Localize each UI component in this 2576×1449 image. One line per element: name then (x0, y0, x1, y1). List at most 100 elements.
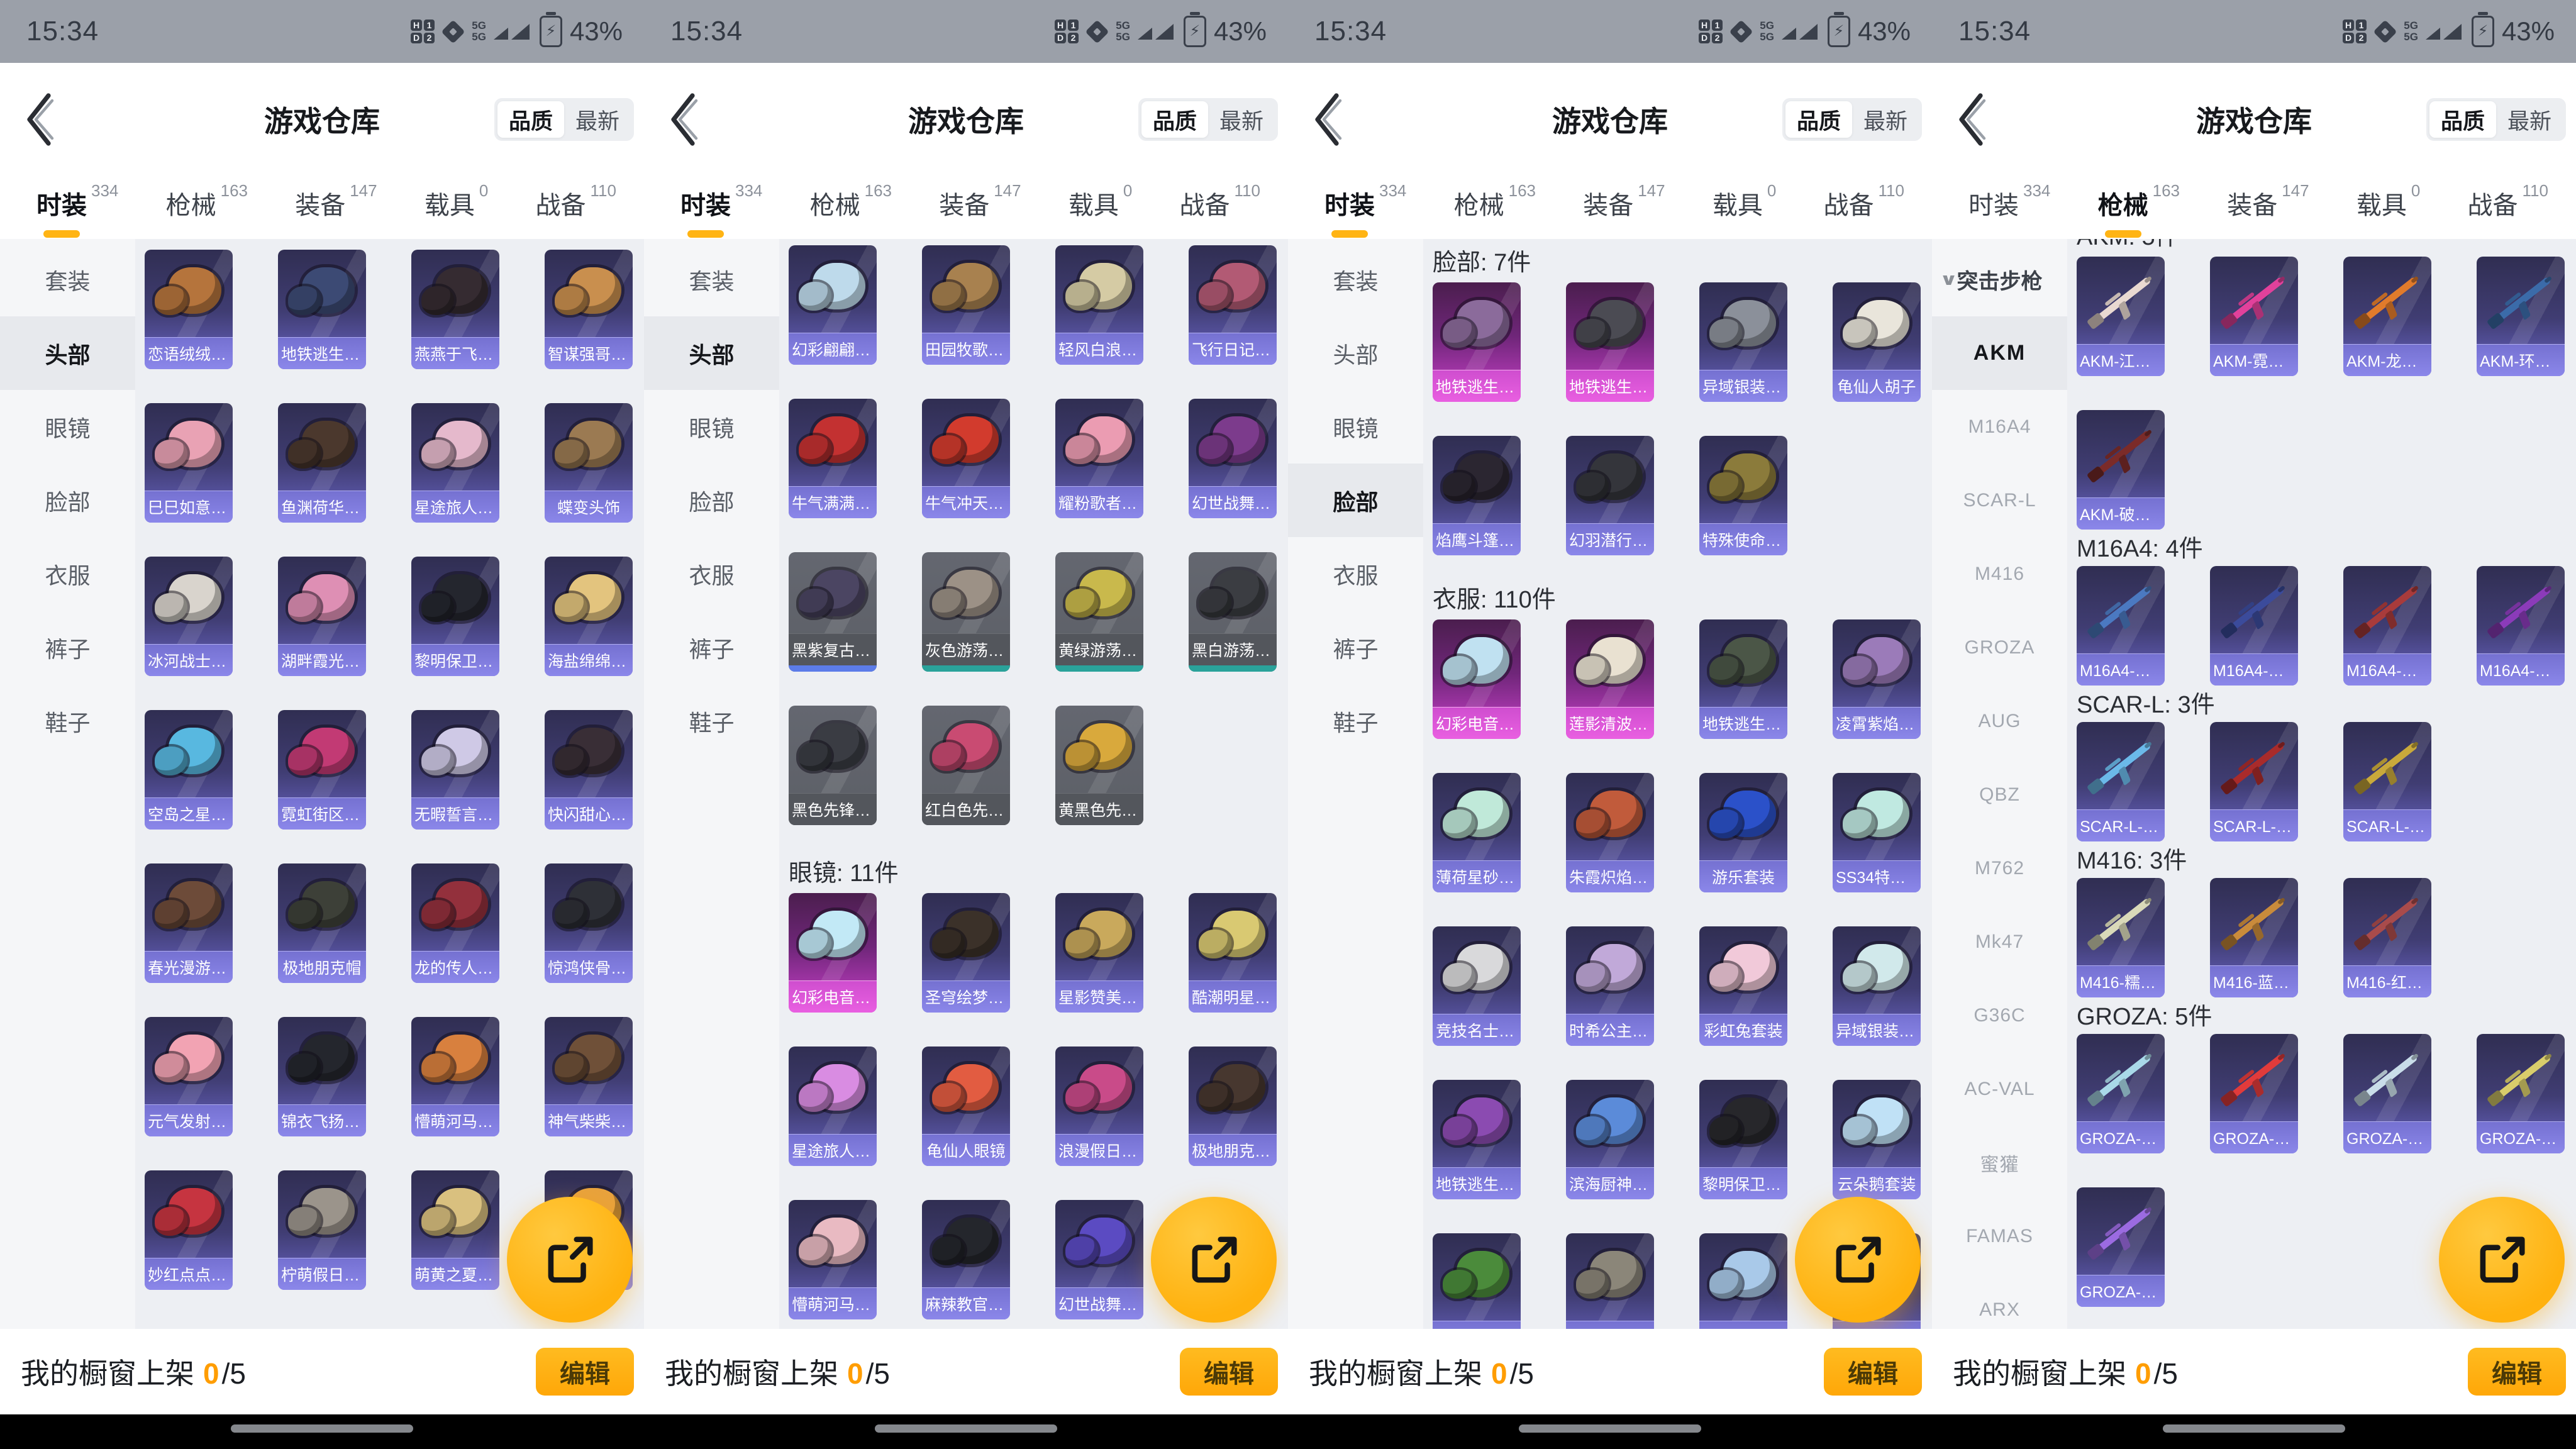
item-card[interactable]: SCAR-L-玉兔... (2343, 722, 2431, 841)
item-card[interactable]: 鱼渊荷华头饰 (278, 403, 366, 523)
item-card[interactable]: 彩虹兔套装 (1699, 926, 1787, 1046)
tab-枪械[interactable]: 枪械163 (2098, 180, 2180, 239)
home-indicator[interactable] (875, 1424, 1057, 1433)
item-card[interactable]: 幻世战舞者眼... (1055, 1200, 1143, 1319)
item-card[interactable]: 极地朋克帽 (278, 863, 366, 983)
item-card[interactable]: 异域银装套装 (1833, 926, 1921, 1046)
item-card[interactable]: 极地朋克眼镜 (1189, 1046, 1277, 1166)
sidebar-item-M416[interactable]: M416 (1932, 537, 2067, 611)
sidebar-item-裤子[interactable]: 裤子 (1288, 611, 1423, 684)
item-card[interactable]: 黑紫复古棒球... (789, 552, 877, 672)
item-card[interactable]: 牛气冲天帽子 (922, 399, 1010, 518)
item-card[interactable]: 幻彩翩翩头饰 (789, 245, 877, 365)
sidebar-item-裤子[interactable]: 裤子 (0, 611, 135, 684)
item-card[interactable]: 顶瓜瓜套装 (1433, 1233, 1521, 1329)
item-card[interactable]: M16A4-幻世... (2477, 566, 2565, 686)
sidebar-item-ARX[interactable]: ARX (1932, 1273, 2067, 1329)
item-card[interactable]: AKM-霓虹街区 (2210, 257, 2298, 376)
item-card[interactable]: 朱霞炽焰套装 (1566, 773, 1654, 892)
item-card[interactable]: 轻风白浪头饰 (1055, 245, 1143, 365)
back-button[interactable] (1307, 88, 1347, 151)
item-card[interactable]: 黑色先锋棒球... (789, 706, 877, 825)
back-button[interactable] (1951, 88, 1991, 151)
item-card[interactable]: 黄黑色先锋棒... (1055, 706, 1143, 825)
tab-载具[interactable]: 载具0 (1069, 180, 1132, 239)
item-card[interactable]: GROZA-绯红... (2210, 1034, 2298, 1153)
sidebar-item-套装[interactable]: 套装 (644, 243, 779, 316)
tab-枪械[interactable]: 枪械163 (810, 180, 892, 239)
item-card[interactable]: 星影赞美诗眼... (1055, 893, 1143, 1013)
item-card[interactable]: 耀粉歌者发饰 (1055, 399, 1143, 518)
sidebar-item-FAMAS[interactable]: FAMAS (1932, 1199, 2067, 1273)
item-card[interactable]: AKM-龙的传人 (2343, 257, 2431, 376)
item-card[interactable]: AKM-江南烟雨 (2077, 257, 2165, 376)
share-fab-button[interactable] (507, 1197, 633, 1323)
item-card[interactable]: 湖畔霞光头饰 (278, 557, 366, 676)
item-card[interactable]: 妙红点点头饰 (145, 1170, 233, 1290)
item-card[interactable]: 海盐绵绵冰发... (545, 557, 633, 676)
item-card[interactable]: 燕燕于飞头饰 (411, 250, 499, 369)
sort-option-quality[interactable]: 品质 (2429, 101, 2496, 138)
item-card[interactable]: 无暇誓言发饰 (411, 710, 499, 830)
sidebar-item-AKM[interactable]: AKM (1932, 316, 2067, 390)
item-card[interactable]: M416-蓝色火... (2210, 878, 2298, 997)
tab-枪械[interactable]: 枪械163 (1454, 180, 1536, 239)
item-card[interactable]: 幻羽潜行面罩 (1566, 436, 1654, 555)
item-card[interactable]: 幻世战舞者帽... (1189, 399, 1277, 518)
sort-option-quality[interactable]: 品质 (497, 101, 564, 138)
item-card[interactable]: 雪绒豹套装 (1699, 1233, 1787, 1329)
tab-战备[interactable]: 战备110 (1824, 180, 1904, 239)
back-button[interactable] (19, 88, 59, 151)
item-card[interactable]: 星途旅人眼镜 (789, 1046, 877, 1166)
item-card[interactable]: 元气发射发饰 (145, 1017, 233, 1136)
tab-装备[interactable]: 装备147 (939, 180, 1021, 239)
item-card[interactable]: 龙的传人发饰 (411, 863, 499, 983)
home-indicator[interactable] (1519, 1424, 1701, 1433)
item-card[interactable]: 龟仙人胡子 (1833, 282, 1921, 402)
item-card[interactable]: 飞行日记发饰 (1189, 245, 1277, 365)
item-card[interactable]: 云朵鹅套装 (1833, 1080, 1921, 1199)
home-indicator[interactable] (2163, 1424, 2345, 1433)
item-card[interactable]: 星途旅人发饰 (411, 403, 499, 523)
item-card[interactable]: 红白色先锋棒... (922, 706, 1010, 825)
sidebar-item-眼镜[interactable]: 眼镜 (1288, 390, 1423, 464)
sidebar-item-裤子[interactable]: 裤子 (644, 611, 779, 684)
item-card[interactable]: 懵萌河马头饰 (411, 1017, 499, 1136)
item-card[interactable]: GROZA-海盐... (2077, 1034, 2165, 1153)
item-card[interactable]: 地铁逃生CH.... (1433, 1080, 1521, 1199)
sidebar-item-SCAR-L[interactable]: SCAR-L (1932, 464, 2067, 537)
sort-option-latest[interactable]: 最新 (1852, 101, 1919, 138)
item-card[interactable]: 黎明保卫者皮... (1699, 1080, 1787, 1199)
sidebar-item-眼镜[interactable]: 眼镜 (644, 390, 779, 464)
sidebar-item-眼镜[interactable]: 眼镜 (0, 390, 135, 464)
item-card[interactable]: 惊鸿侠骨发饰 (545, 863, 633, 983)
item-card[interactable]: 地铁逃生CH.... (1433, 282, 1521, 402)
tab-时装[interactable]: 时装334 (1324, 180, 1406, 239)
item-card[interactable]: 蝶变头饰 (545, 403, 633, 523)
item-card[interactable]: 特殊使命全面... (1699, 436, 1787, 555)
item-card[interactable]: 异域银装面罩 (1699, 282, 1787, 402)
item-card[interactable]: M16A4-冰河... (2077, 566, 2165, 686)
item-card[interactable]: 幻彩电音套装 (1433, 619, 1521, 739)
item-card[interactable]: M16A4-蓝色... (2210, 566, 2298, 686)
sidebar-item-脸部[interactable]: 脸部 (1288, 464, 1423, 537)
item-card[interactable]: SCAR-L-红色... (2210, 722, 2298, 841)
item-card[interactable]: 空岛之星发饰 (145, 710, 233, 830)
sidebar-item-AC-VAL[interactable]: AC-VAL (1932, 1052, 2067, 1126)
item-card[interactable]: 圣穹绘梦眼罩 (922, 893, 1010, 1013)
tab-战备[interactable]: 战备110 (536, 180, 616, 239)
item-card[interactable]: 地铁逃生CH.... (1699, 619, 1787, 739)
sidebar-item-头部[interactable]: 头部 (0, 316, 135, 390)
item-card[interactable]: 快闪甜心发饰 (545, 710, 633, 830)
sidebar-item-套装[interactable]: 套装 (1288, 243, 1423, 316)
tab-时装[interactable]: 时装334 (680, 180, 762, 239)
item-card[interactable]: 竞技名士外套 (1433, 926, 1521, 1046)
item-card[interactable]: 黄绿游荡者无... (1055, 552, 1143, 672)
item-card[interactable]: M416-红色方... (2343, 878, 2431, 997)
sidebar-item-套装[interactable]: 套装 (0, 243, 135, 316)
item-card[interactable]: 时希公主角色 (1566, 926, 1654, 1046)
sidebar-item-头部[interactable]: 头部 (644, 316, 779, 390)
sidebar-item-脸部[interactable]: 脸部 (0, 464, 135, 537)
sidebar-item-衣服[interactable]: 衣服 (1288, 537, 1423, 611)
sidebar-item-M762[interactable]: M762 (1932, 831, 2067, 905)
